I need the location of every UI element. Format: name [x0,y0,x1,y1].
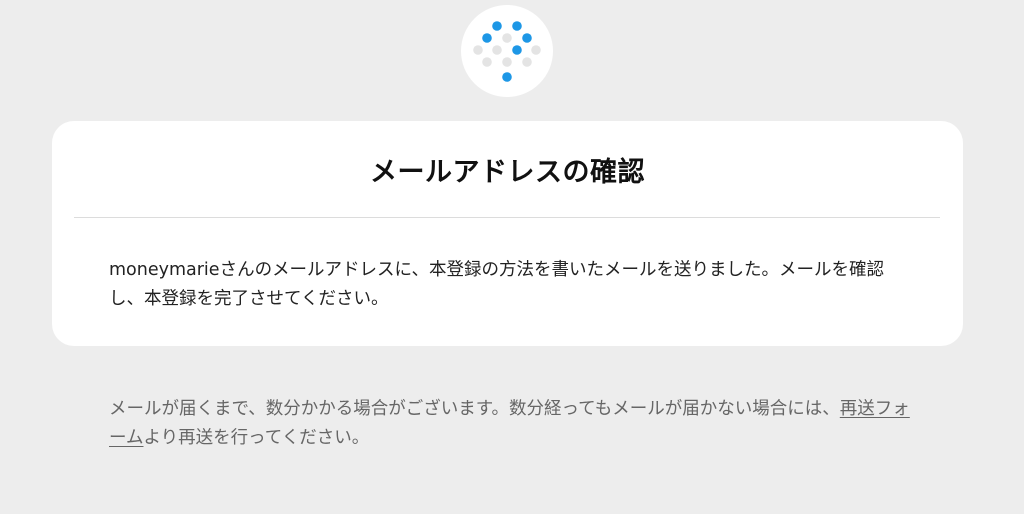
page-title: メールアドレスの確認 [370,157,645,188]
confirmation-message: moneymarieさんのメールアドレスに、本登録の方法を書いたメールを送りまし… [109,260,885,309]
dotted-heart-logo-icon [473,21,541,82]
card-divider [74,217,940,218]
resend-note-text: メールが届くまで、数分かかる場合がございます。数分経ってもメールが届かない場合に… [109,399,840,419]
resend-note: メールが届くまで、数分かかる場合がございます。数分経ってもメールが届かない場合に… [109,395,915,453]
resend-note-text-after: より再送を行ってください。 [143,428,370,448]
logo-badge [461,5,553,97]
